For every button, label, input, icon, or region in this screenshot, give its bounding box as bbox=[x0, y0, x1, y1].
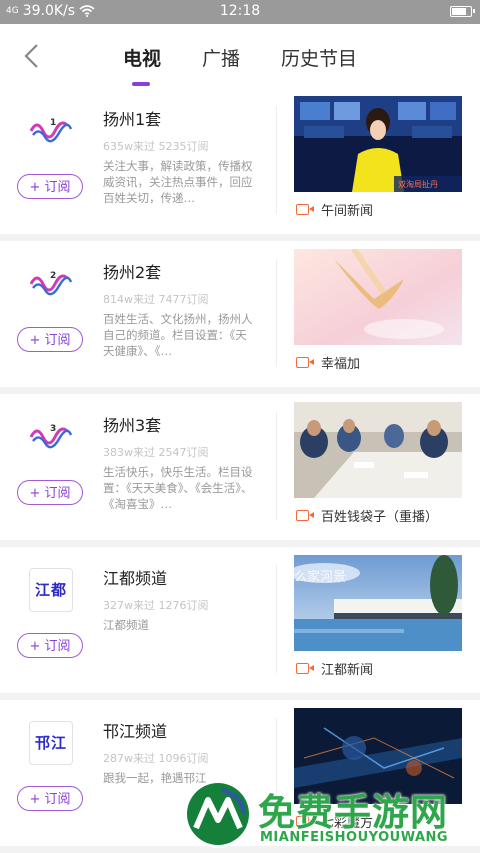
program-thumbnail[interactable] bbox=[294, 249, 462, 345]
subscriber-count: 7477订阅 bbox=[158, 293, 209, 306]
channel-stats: 383w来过 2547订阅 bbox=[103, 444, 209, 460]
active-tab-indicator bbox=[132, 82, 150, 86]
subscriber-count: 1096订阅 bbox=[158, 752, 209, 765]
program-title: 百姓钱袋子（重播） bbox=[321, 510, 439, 525]
channel-name: 扬州1套 bbox=[103, 110, 162, 129]
back-arrow-icon[interactable] bbox=[20, 42, 44, 70]
visit-count: 635w来过 bbox=[103, 140, 155, 153]
subscribe-button[interactable]: + 订阅 bbox=[17, 480, 83, 505]
watermark-title: 免费手游网 bbox=[258, 791, 448, 834]
battery-level bbox=[452, 8, 467, 15]
program-thumbnail[interactable]: 双淘局扯丹 bbox=[294, 96, 462, 192]
visit-count: 383w来过 bbox=[103, 446, 155, 459]
channel-stats: 635w来过 5235订阅 bbox=[103, 138, 209, 154]
channel-description: 关注大事，解读政策，传播权威资讯，关注热点事件，回应百姓关切，传递… bbox=[103, 159, 253, 205]
program-thumbnail[interactable] bbox=[294, 402, 462, 498]
channel-logo: 邗江 bbox=[28, 720, 74, 766]
program-label[interactable]: 百姓钱袋子（重播） bbox=[296, 506, 438, 525]
subscribe-button[interactable]: + 订阅 bbox=[17, 633, 83, 658]
logo-number: 2 bbox=[50, 271, 56, 281]
subscriber-count: 2547订阅 bbox=[158, 446, 209, 459]
channel-description: 百姓生活、文化扬州，扬州人自己的频道。栏目设置：《天天健康》、《… bbox=[103, 312, 253, 358]
subscribe-button[interactable]: + 订阅 bbox=[17, 174, 83, 199]
program-label[interactable]: 幸福加 bbox=[296, 353, 360, 372]
channel-logo: 2 bbox=[28, 261, 74, 307]
logo-text: 邗江 bbox=[29, 721, 73, 765]
clock: 12:18 bbox=[219, 3, 261, 19]
channel-logo: 1 bbox=[28, 108, 74, 154]
watermark-logo-icon bbox=[184, 780, 252, 848]
channel-name: 邗江频道 bbox=[103, 722, 168, 741]
logo-number: 3 bbox=[50, 424, 56, 434]
wave-logo-icon: 1 bbox=[29, 118, 73, 143]
thumbnail-caption: 么家河景 bbox=[294, 569, 346, 585]
channel-description: 江都频道 bbox=[103, 618, 149, 632]
divider bbox=[276, 412, 277, 520]
watermark-subtitle: MIANFEISHOUYOUWANG bbox=[260, 830, 449, 845]
program-title: 午间新闻 bbox=[321, 204, 374, 219]
channel-logo: 江都 bbox=[28, 567, 74, 613]
site-watermark: 免费手游网 MIANFEISHOUYOUWANG bbox=[182, 778, 480, 853]
channel-name: 江都频道 bbox=[103, 569, 168, 588]
program-thumbnail[interactable]: 么家河景 bbox=[294, 555, 462, 651]
video-camera-icon bbox=[296, 357, 314, 368]
wave-logo-icon: 3 bbox=[29, 424, 73, 449]
channel-card[interactable]: 2 + 订阅 扬州2套 814w来过 7477订阅 百姓生活、文化扬州，扬州人自… bbox=[0, 241, 480, 387]
visit-count: 327w来过 bbox=[103, 599, 155, 612]
program-title: 幸福加 bbox=[321, 357, 361, 372]
channel-stats: 814w来过 7477订阅 bbox=[103, 291, 209, 307]
divider bbox=[276, 106, 277, 214]
channel-name: 扬州3套 bbox=[103, 416, 162, 435]
visit-count: 814w来过 bbox=[103, 293, 155, 306]
logo-number: 1 bbox=[50, 118, 56, 128]
channel-stats: 327w来过 1276订阅 bbox=[103, 597, 209, 613]
nav-bar: 电视 广播 历史节目 bbox=[0, 24, 480, 89]
wave-logo-icon: 2 bbox=[29, 271, 73, 296]
program-title: 江都新闻 bbox=[321, 663, 374, 678]
program-label[interactable]: 午间新闻 bbox=[296, 200, 373, 219]
thumbnail-caption: 双淘局扯丹 bbox=[398, 179, 438, 189]
divider bbox=[276, 259, 277, 367]
video-camera-icon bbox=[296, 510, 314, 521]
status-bar: 4G 39.0K/s 12:18 bbox=[0, 0, 480, 24]
channel-stats: 287w来过 1096订阅 bbox=[103, 750, 209, 766]
subscriber-count: 5235订阅 bbox=[158, 140, 209, 153]
visit-count: 287w来过 bbox=[103, 752, 155, 765]
video-camera-icon bbox=[296, 663, 314, 674]
channel-card[interactable]: 1 + 订阅 扬州1套 635w来过 5235订阅 关注大事，解读政策，传播权威… bbox=[0, 88, 480, 234]
channel-card[interactable]: 3 + 订阅 扬州3套 383w来过 2547订阅 生活快乐，快乐生活。栏目设置… bbox=[0, 394, 480, 540]
logo-text: 江都 bbox=[29, 568, 73, 612]
tab-radio[interactable]: 广播 bbox=[202, 44, 240, 71]
program-label[interactable]: 江都新闻 bbox=[296, 659, 373, 678]
subscribe-button[interactable]: + 订阅 bbox=[17, 786, 83, 811]
channel-card[interactable]: 江都 + 订阅 江都频道 327w来过 1276订阅 江都频道 么家河景 江都新… bbox=[0, 547, 480, 693]
video-camera-icon bbox=[296, 204, 314, 215]
battery-icon bbox=[450, 6, 475, 17]
tab-tv[interactable]: 电视 bbox=[123, 44, 161, 71]
subscribe-button[interactable]: + 订阅 bbox=[17, 327, 83, 352]
channel-name: 扬州2套 bbox=[103, 263, 162, 282]
tab-history[interactable]: 历史节目 bbox=[281, 44, 357, 71]
channel-description: 生活快乐，快乐生活。栏目设置：《天天美食》、《会生活》、《淘喜宝》… bbox=[103, 465, 253, 511]
divider bbox=[276, 565, 277, 673]
channel-logo: 3 bbox=[28, 414, 74, 460]
subscriber-count: 1276订阅 bbox=[158, 599, 209, 612]
